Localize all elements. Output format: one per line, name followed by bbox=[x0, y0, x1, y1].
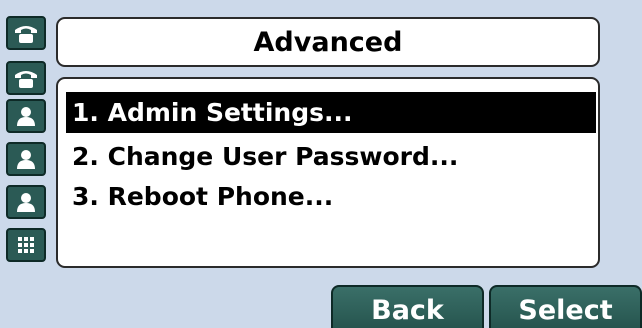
contact-person-icon bbox=[17, 193, 35, 212]
line-key-2[interactable] bbox=[6, 61, 46, 95]
menu-item-reboot-phone[interactable]: 3. Reboot Phone... bbox=[66, 176, 596, 217]
line-key-5[interactable] bbox=[6, 185, 46, 219]
menu-list: 1. Admin Settings... 2. Change User Pass… bbox=[56, 77, 600, 268]
select-softkey-button[interactable]: Select bbox=[489, 285, 642, 328]
phone-handset-icon bbox=[15, 71, 37, 88]
menu-item-admin-settings[interactable]: 1. Admin Settings... bbox=[66, 92, 596, 133]
page-title: Advanced bbox=[253, 26, 403, 58]
back-softkey-button[interactable]: Back bbox=[331, 285, 484, 328]
line-key-1[interactable] bbox=[6, 16, 46, 50]
contact-person-icon bbox=[17, 107, 35, 126]
dialpad-icon bbox=[18, 237, 34, 253]
line-key-4[interactable] bbox=[6, 142, 46, 176]
contact-person-icon bbox=[17, 150, 35, 169]
phone-handset-icon bbox=[15, 26, 37, 43]
phone-screen: Advanced 1. Admin Settings... 2. Change … bbox=[0, 0, 642, 328]
line-key-6[interactable] bbox=[6, 228, 46, 262]
menu-item-change-user-password[interactable]: 2. Change User Password... bbox=[66, 136, 596, 177]
line-key-3[interactable] bbox=[6, 99, 46, 133]
title-bar: Advanced bbox=[56, 17, 600, 67]
